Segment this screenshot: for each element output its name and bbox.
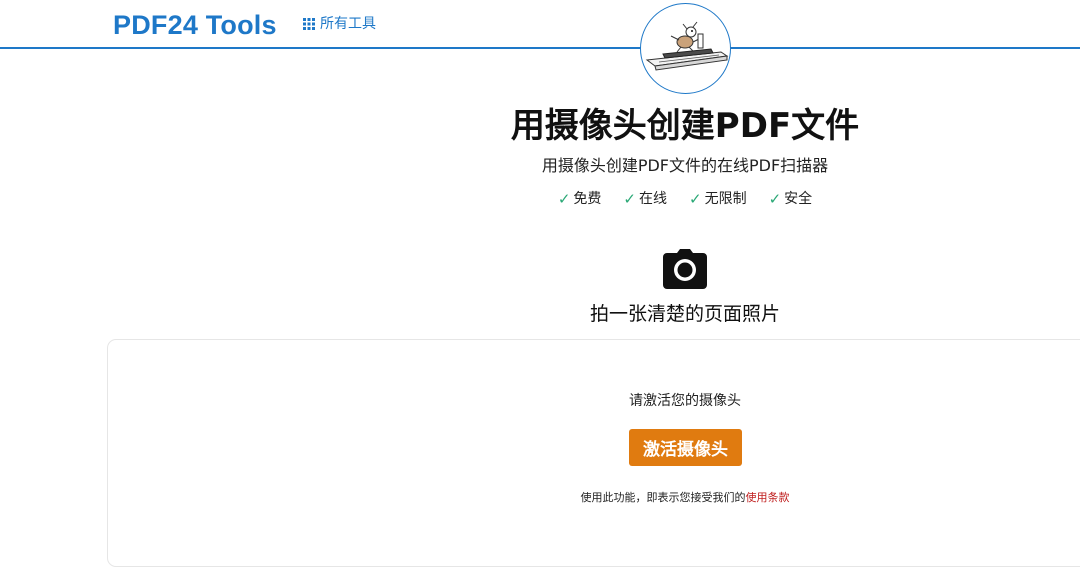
- terms-notice: 使用此功能，即表示您接受我们的使用条款: [385, 489, 985, 507]
- camera-icon: [663, 249, 707, 289]
- feature-item: ✓ 免费: [558, 188, 602, 210]
- all-tools-label: 所有工具: [320, 16, 376, 32]
- grid-icon: [303, 18, 315, 30]
- check-icon: ✓: [689, 190, 702, 208]
- activate-camera-button[interactable]: 激活摄像头: [629, 429, 742, 466]
- feature-label: 无限制: [704, 191, 747, 207]
- activate-prompt: 请激活您的摄像头: [629, 393, 741, 409]
- scanner-mascot-icon: [645, 21, 729, 71]
- header-divider: [0, 47, 1080, 49]
- camera-card: [107, 339, 1080, 567]
- brand-logo-link[interactable]: PDF24 Tools: [113, 8, 277, 42]
- terms-prefix: 使用此功能，即表示您接受我们的: [580, 491, 746, 504]
- check-icon: ✓: [768, 190, 782, 208]
- terms-of-use-link[interactable]: 使用条款: [746, 491, 790, 504]
- page-title: 用摄像头创建PDF文件: [510, 106, 860, 146]
- check-icon: ✓: [623, 190, 636, 208]
- feature-item: ✓ 在线: [623, 188, 667, 210]
- page-subtitle: 用摄像头创建PDF文件的在线PDF扫描器: [541, 156, 829, 175]
- photo-hint: 拍一张清楚的页面照片: [589, 303, 780, 325]
- check-icon: ✓: [557, 190, 571, 208]
- feature-item: ✓ 无限制: [689, 188, 747, 210]
- feature-list: ✓ 免费 ✓ 在线 ✓ 无限制 ✓ 安全: [385, 188, 985, 210]
- top-header: PDF24 Tools 所有工具: [0, 0, 1080, 48]
- feature-item: ✓ 安全: [769, 188, 813, 210]
- page: PDF24 Tools 所有工具 用摄像头创建PDF文件 用摄像头创建PDF文件…: [0, 0, 1080, 569]
- tool-logo: [640, 3, 731, 94]
- feature-label: 安全: [784, 191, 813, 207]
- feature-label: 免费: [573, 191, 602, 207]
- feature-label: 在线: [639, 191, 667, 207]
- all-tools-menu[interactable]: 所有工具: [303, 14, 376, 34]
